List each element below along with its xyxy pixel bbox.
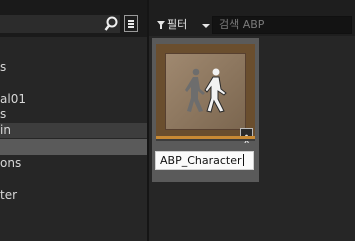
settings-icon[interactable] [124, 15, 138, 32]
tree-search-field[interactable] [0, 15, 120, 33]
tree-item-selected[interactable] [0, 139, 148, 155]
animation-blueprint-icon [165, 53, 246, 130]
tree-item-label: ons [0, 156, 22, 170]
tree-item-label: s [0, 107, 7, 121]
tree-item-label: ter [0, 188, 18, 202]
search-icon[interactable] [104, 16, 118, 32]
tree-item-label: s [0, 60, 7, 74]
tree-item[interactable]: in [0, 123, 148, 138]
text-cursor [242, 154, 244, 166]
chevron-down-icon [202, 24, 210, 28]
walking-figure-icon [185, 68, 227, 113]
asset-name: ABP_Character [160, 154, 242, 167]
tree-item[interactable]: al01 [0, 92, 148, 107]
tree-item[interactable]: s [0, 107, 148, 122]
asset-rename-field[interactable]: ABP_Character [155, 151, 254, 170]
tree-item-label: al01 [0, 92, 26, 106]
tree-item[interactable]: s [0, 60, 148, 75]
filter-label: 필터 [167, 18, 188, 31]
asset-thumbnail [156, 44, 255, 143]
tree-item[interactable]: ter [0, 188, 148, 203]
filter-button[interactable]: 필터 [154, 16, 212, 34]
tree-item[interactable]: ons [0, 156, 148, 171]
asset-search-input[interactable]: 검색 ABP [212, 16, 352, 34]
asset-tree-panel: s al01 s in ons ter [0, 0, 148, 241]
asset-tile[interactable]: ABP_Character [152, 38, 259, 182]
asset-grid-panel: 필터 검색 ABP ABP_Character [149, 0, 355, 241]
tree-item-label: in [0, 123, 11, 137]
